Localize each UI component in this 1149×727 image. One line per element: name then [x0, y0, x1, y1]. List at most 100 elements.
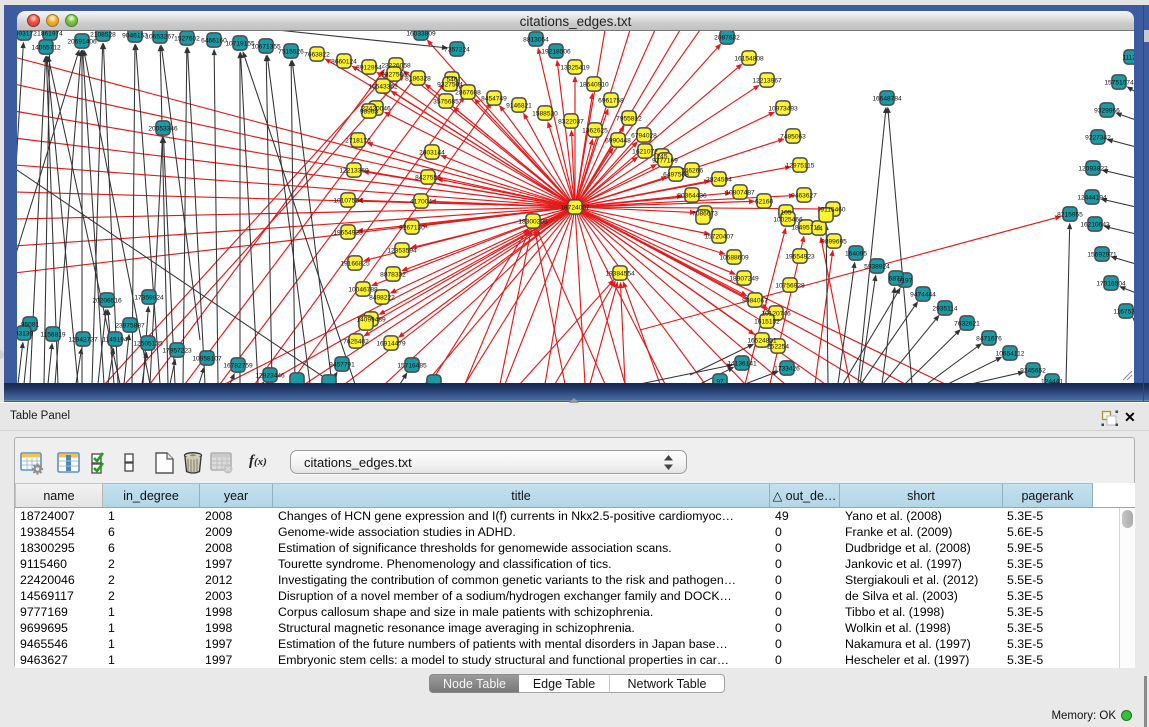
- svg-text:16210643: 16210643: [1080, 222, 1110, 229]
- svg-text:14055712: 14055712: [31, 45, 61, 52]
- svg-text:33139: 33139: [17, 331, 33, 338]
- svg-text:1527602: 1527602: [174, 36, 200, 43]
- svg-text:2093172: 2093172: [17, 31, 37, 38]
- svg-text:15716485: 15716485: [397, 363, 427, 370]
- svg-text:16648784: 16648784: [872, 96, 902, 103]
- svg-text:8322037: 8322037: [558, 119, 584, 126]
- svg-text:8186328: 8186328: [405, 76, 431, 83]
- svg-text:10025466: 10025466: [773, 217, 803, 224]
- svg-text:1167533: 1167533: [1113, 309, 1134, 316]
- svg-text:15720407: 15720407: [704, 234, 734, 241]
- svg-text:10973493: 10973493: [768, 106, 798, 113]
- svg-text:62160: 62160: [755, 199, 774, 206]
- svg-text:16033809: 16033809: [406, 31, 436, 38]
- svg-text:1362625: 1362625: [582, 128, 608, 135]
- svg-text:2087682: 2087682: [714, 35, 740, 42]
- svg-text:18300295: 18300295: [518, 219, 548, 226]
- svg-text:18907249: 18907249: [729, 276, 759, 283]
- svg-text:3575685: 3575685: [433, 99, 459, 106]
- svg-text:18640910: 18640910: [579, 82, 609, 89]
- svg-text:20206516: 20206516: [92, 298, 122, 305]
- svg-text:6990448: 6990448: [605, 138, 631, 145]
- svg-text:10653267: 10653267: [145, 34, 175, 41]
- svg-text:7625402: 7625402: [343, 339, 369, 346]
- svg-text:2867608: 2867608: [455, 90, 481, 97]
- svg-text:44: 44: [815, 226, 823, 233]
- svg-text:17957223: 17957223: [162, 348, 192, 355]
- svg-text:19654923: 19654923: [785, 254, 815, 261]
- svg-text:9115460: 9115460: [820, 207, 846, 214]
- svg-text:12213967: 12213967: [752, 78, 782, 85]
- svg-text:8878332: 8878332: [380, 272, 406, 279]
- svg-text:8215955: 8215955: [1057, 212, 1083, 219]
- svg-text:10688609: 10688609: [719, 255, 749, 262]
- svg-text:16914479: 16914479: [376, 341, 406, 348]
- svg-text:9046153: 9046153: [122, 33, 148, 40]
- svg-text:164095: 164095: [845, 251, 867, 258]
- svg-text:8813054: 8813054: [523, 37, 549, 44]
- svg-text:12923446: 12923446: [255, 373, 285, 380]
- svg-text:6871: 6871: [889, 276, 904, 283]
- svg-text:7632621: 7632621: [954, 321, 980, 328]
- svg-text:97: 97: [716, 379, 724, 384]
- svg-text:2108528: 2108528: [90, 32, 116, 39]
- svg-text:2935114: 2935114: [932, 306, 958, 313]
- svg-text:9327504: 9327504: [437, 82, 463, 89]
- svg-text:9245652: 9245652: [1020, 368, 1046, 375]
- svg-text:10756928: 10756928: [775, 283, 805, 290]
- svg-text:10807487: 10807487: [725, 190, 755, 197]
- svg-text:95081: 95081: [21, 322, 40, 329]
- svg-text:9463627: 9463627: [791, 193, 817, 200]
- svg-text:8471676: 8471676: [976, 336, 1002, 343]
- svg-text:18724007: 18724007: [560, 205, 590, 212]
- svg-text:10654112: 10654112: [996, 351, 1025, 358]
- svg-text:124441: 124441: [1041, 379, 1063, 384]
- svg-text:11121: 11121: [1122, 55, 1134, 62]
- svg-text:3824554: 3824554: [706, 177, 732, 184]
- svg-text:252254: 252254: [767, 344, 789, 351]
- svg-text:19166825: 19166825: [340, 261, 370, 268]
- svg-text:12505135: 12505135: [133, 341, 163, 348]
- svg-text:16782759: 16782759: [223, 363, 253, 370]
- svg-text:8267130: 8267130: [399, 225, 425, 232]
- svg-text:10107554: 10107554: [333, 198, 363, 205]
- svg-text:9146821: 9146821: [506, 103, 532, 110]
- svg-text:20691406: 20691406: [67, 39, 97, 46]
- svg-text:20364436: 20364436: [677, 193, 707, 200]
- svg-text:1156819: 1156819: [40, 332, 66, 339]
- svg-text:2718176: 2718176: [345, 138, 371, 145]
- svg-text:12213369: 12213369: [339, 168, 369, 175]
- svg-text:1588520: 1588520: [532, 111, 558, 118]
- svg-text:23975887: 23975887: [115, 323, 145, 330]
- svg-text:9777169: 9777169: [652, 158, 678, 165]
- svg-text:8427552: 8427552: [415, 175, 441, 182]
- svg-text:19384554: 19384554: [605, 271, 635, 278]
- svg-text:5938924: 5938924: [864, 264, 890, 271]
- svg-text:7955812: 7955812: [616, 116, 642, 123]
- svg-text:10671355: 10671355: [251, 44, 281, 51]
- svg-text:9329966: 9329966: [1094, 108, 1120, 115]
- svg-text:14136141: 14136141: [727, 361, 757, 368]
- svg-text:9899695: 9899695: [821, 239, 847, 246]
- svg-text:9457791: 9457791: [329, 362, 355, 369]
- svg-text:19218506: 19218506: [541, 49, 571, 56]
- svg-text:417004: 417004: [410, 199, 432, 206]
- svg-text:10120746: 10120746: [761, 311, 791, 318]
- svg-text:6961758: 6961758: [598, 98, 624, 105]
- svg-text:9227342: 9227342: [1085, 135, 1111, 142]
- svg-text:20053346: 20053346: [148, 126, 178, 133]
- svg-text:98963: 98963: [360, 109, 379, 116]
- svg-text:7663822: 7663822: [304, 52, 330, 59]
- svg-text:7357224: 7357224: [444, 47, 470, 54]
- svg-text:2803144: 2803144: [419, 150, 445, 157]
- svg-text:7485063: 7485063: [780, 134, 806, 141]
- svg-text:15692971: 15692971: [1087, 252, 1117, 259]
- svg-text:6466160: 6466160: [201, 38, 227, 45]
- svg-text:9327506: 9327506: [381, 72, 407, 79]
- svg-text:12942737: 12942737: [68, 337, 98, 344]
- svg-text:1615152: 1615152: [754, 319, 780, 326]
- svg-text:8912954: 8912954: [356, 65, 382, 72]
- svg-text:10958107: 10958107: [192, 356, 222, 363]
- svg-text:1621072: 1621072: [632, 149, 658, 156]
- svg-text:16154808: 16154808: [734, 56, 764, 63]
